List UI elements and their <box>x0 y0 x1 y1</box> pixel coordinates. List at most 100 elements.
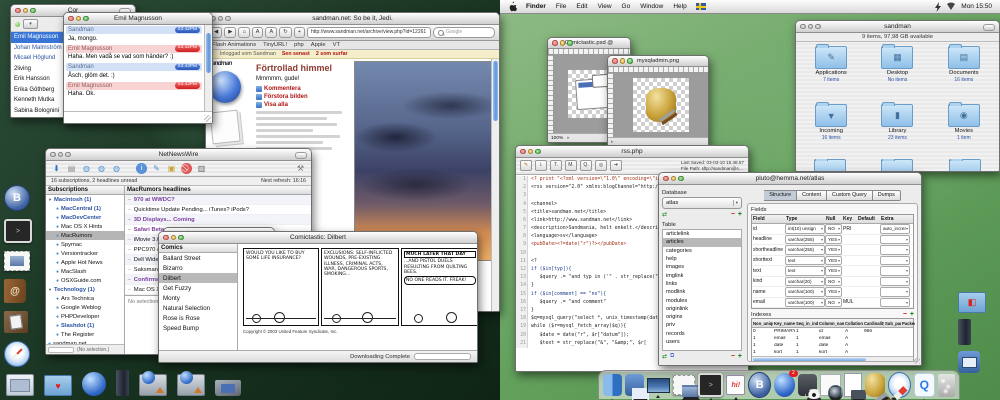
quote-button[interactable]: Q. <box>580 160 592 171</box>
quicktime-icon[interactable]: Q <box>914 373 935 397</box>
null-popup[interactable]: YES <box>825 287 842 297</box>
subscription-row[interactable]: MacSlash <box>46 267 124 276</box>
resize-handle[interactable] <box>913 357 920 364</box>
extra-popup[interactable] <box>880 235 910 245</box>
table-row[interactable]: modules <box>663 296 741 304</box>
field-row[interactable]: id int(10) unsign NO PRI auto_increment <box>752 224 913 235</box>
nnw-titlebar[interactable]: NetNewsWire <box>46 149 311 161</box>
subscription-row[interactable]: MacCentral (1) <box>46 204 124 213</box>
comic-row[interactable]: Monty <box>159 293 237 303</box>
add-index-button[interactable]: + <box>910 311 914 318</box>
tools-icon[interactable]: ⚒ <box>295 163 306 174</box>
tab[interactable]: Content <box>797 190 827 201</box>
remove-button[interactable]: − <box>731 353 735 360</box>
panorama-app-icon[interactable] <box>647 378 670 393</box>
terminal-icon[interactable]: > <box>4 219 32 243</box>
column-header[interactable]: Null <box>825 216 842 222</box>
mark-read-icon[interactable]: ▤ <box>66 163 77 174</box>
subscription-row[interactable]: MacDevCenter <box>46 213 124 222</box>
tab[interactable]: Custom Query <box>827 190 873 201</box>
menu-item[interactable]: Edit <box>576 3 587 10</box>
table-row[interactable]: originlink <box>663 305 741 313</box>
nav-button[interactable]: ➔ <box>610 160 622 171</box>
extra-popup[interactable] <box>880 277 910 287</box>
text-button[interactable]: T. <box>550 160 562 171</box>
psd2-titlebar[interactable]: mysqladmin.png <box>608 56 708 67</box>
type-popup[interactable]: varchar(20) <box>785 277 825 287</box>
table-row[interactable]: articles <box>663 238 741 246</box>
comic-row[interactable]: Get Fuzzy <box>159 283 237 293</box>
network-volume-icon[interactable] <box>139 374 167 396</box>
add-button[interactable]: + <box>738 353 742 360</box>
display-capture-icon[interactable] <box>6 374 34 396</box>
extra-popup[interactable] <box>880 256 910 266</box>
table-row[interactable]: categories <box>663 247 741 255</box>
chat-input[interactable] <box>64 111 212 123</box>
column-header[interactable]: Extra <box>880 216 910 222</box>
null-popup[interactable]: YES <box>825 235 842 245</box>
bookmark-item[interactable]: Flash Animations <box>212 42 256 48</box>
subscription-row[interactable]: Versiontracker <box>46 249 124 258</box>
folder-item[interactable]: ▦ Desktop No items <box>864 46 930 101</box>
menu-item[interactable]: File <box>556 3 566 10</box>
bookmark-item[interactable]: php <box>294 42 304 48</box>
subscription-row[interactable]: Technology (1) <box>46 285 124 294</box>
table-row[interactable]: users <box>663 338 741 346</box>
menu-item[interactable]: Finder <box>526 3 546 10</box>
battery-bolt-icon[interactable] <box>935 2 941 12</box>
column-header[interactable]: Key <box>842 216 857 222</box>
subscription-row[interactable]: OSXGuide.com <box>46 276 124 285</box>
bookmark-item[interactable]: VT <box>333 42 340 48</box>
comic-row[interactable]: Rose is Rose <box>159 313 237 323</box>
tab[interactable]: Dumps <box>873 190 901 201</box>
subscription-row[interactable]: Spymac <box>46 240 124 249</box>
mysql-titlebar[interactable]: pluto@hemma.net/atlas <box>659 173 921 185</box>
finder-icon[interactable] <box>603 374 622 396</box>
menu-item[interactable]: Help <box>673 3 686 10</box>
photoshop-icon[interactable] <box>798 374 817 396</box>
type-popup[interactable]: varchar(255) <box>785 245 825 255</box>
folder-item[interactable]: ▼ Incoming 16 items <box>798 104 864 159</box>
folder-icon[interactable] <box>949 159 981 171</box>
null-popup[interactable]: NO <box>825 277 842 287</box>
canvas[interactable] <box>633 78 689 132</box>
extra-popup[interactable] <box>880 298 910 308</box>
resize-handle[interactable] <box>204 115 211 122</box>
text-bigger-button[interactable]: A <box>265 27 277 38</box>
folder-icon[interactable] <box>881 159 913 171</box>
add-table-button[interactable]: + <box>738 211 742 218</box>
bbedit-icon[interactable]: B <box>748 372 771 398</box>
subscription-row[interactable]: Google Weblog <box>46 303 124 312</box>
table-row[interactable]: articlelink <box>663 230 741 238</box>
web-browser-icon[interactable]: 2 <box>774 373 795 397</box>
window-controls[interactable] <box>210 16 231 22</box>
index-row[interactable]: 1kort1kort A <box>752 349 913 356</box>
comic-row[interactable]: Dilbert <box>159 273 237 283</box>
subscription-row[interactable]: Apple Hot News <box>46 258 124 267</box>
subscription-row[interactable]: Ars Technica <box>46 294 124 303</box>
folder-item[interactable]: ▮ Library 23 items <box>864 104 930 159</box>
target-button[interactable]: ◎ <box>595 160 607 171</box>
field-row[interactable]: email varchar(100) NO MUL <box>752 298 913 309</box>
subscription-row[interactable]: Macintosh (1) <box>46 195 124 204</box>
safari-icon[interactable] <box>888 372 911 398</box>
iphoto-icon[interactable] <box>820 374 841 396</box>
column-header[interactable]: Field <box>752 216 785 222</box>
bbedit-icon[interactable]: B <box>4 185 30 211</box>
type-popup[interactable]: varchar(100) <box>785 287 825 297</box>
article-link[interactable]: Visa alla <box>256 102 351 108</box>
subscription-row[interactable]: PHPDeveloper <box>46 312 124 321</box>
last-seen-link[interactable]: Sen senast <box>282 51 310 57</box>
subscriptions-header[interactable]: Subscriptions <box>46 186 124 195</box>
safari-icon[interactable] <box>4 341 30 367</box>
mail-icon[interactable] <box>673 375 696 395</box>
headlines-header[interactable]: MacRumors headlines <box>125 186 311 195</box>
comic-titlebar[interactable]: Comictastic: Dilbert <box>159 232 477 244</box>
column-header[interactable]: Sub_part <box>884 321 901 326</box>
reload-button[interactable]: ↻ <box>279 27 292 38</box>
home-button[interactable]: ⌂ <box>238 27 249 38</box>
menu-clock[interactable]: Mon 15:50 <box>961 3 992 10</box>
post-weblog-icon[interactable]: ◍ <box>96 163 107 174</box>
comic-row[interactable]: Speed Bump <box>159 323 237 333</box>
field-row[interactable]: text text YES <box>752 266 913 277</box>
